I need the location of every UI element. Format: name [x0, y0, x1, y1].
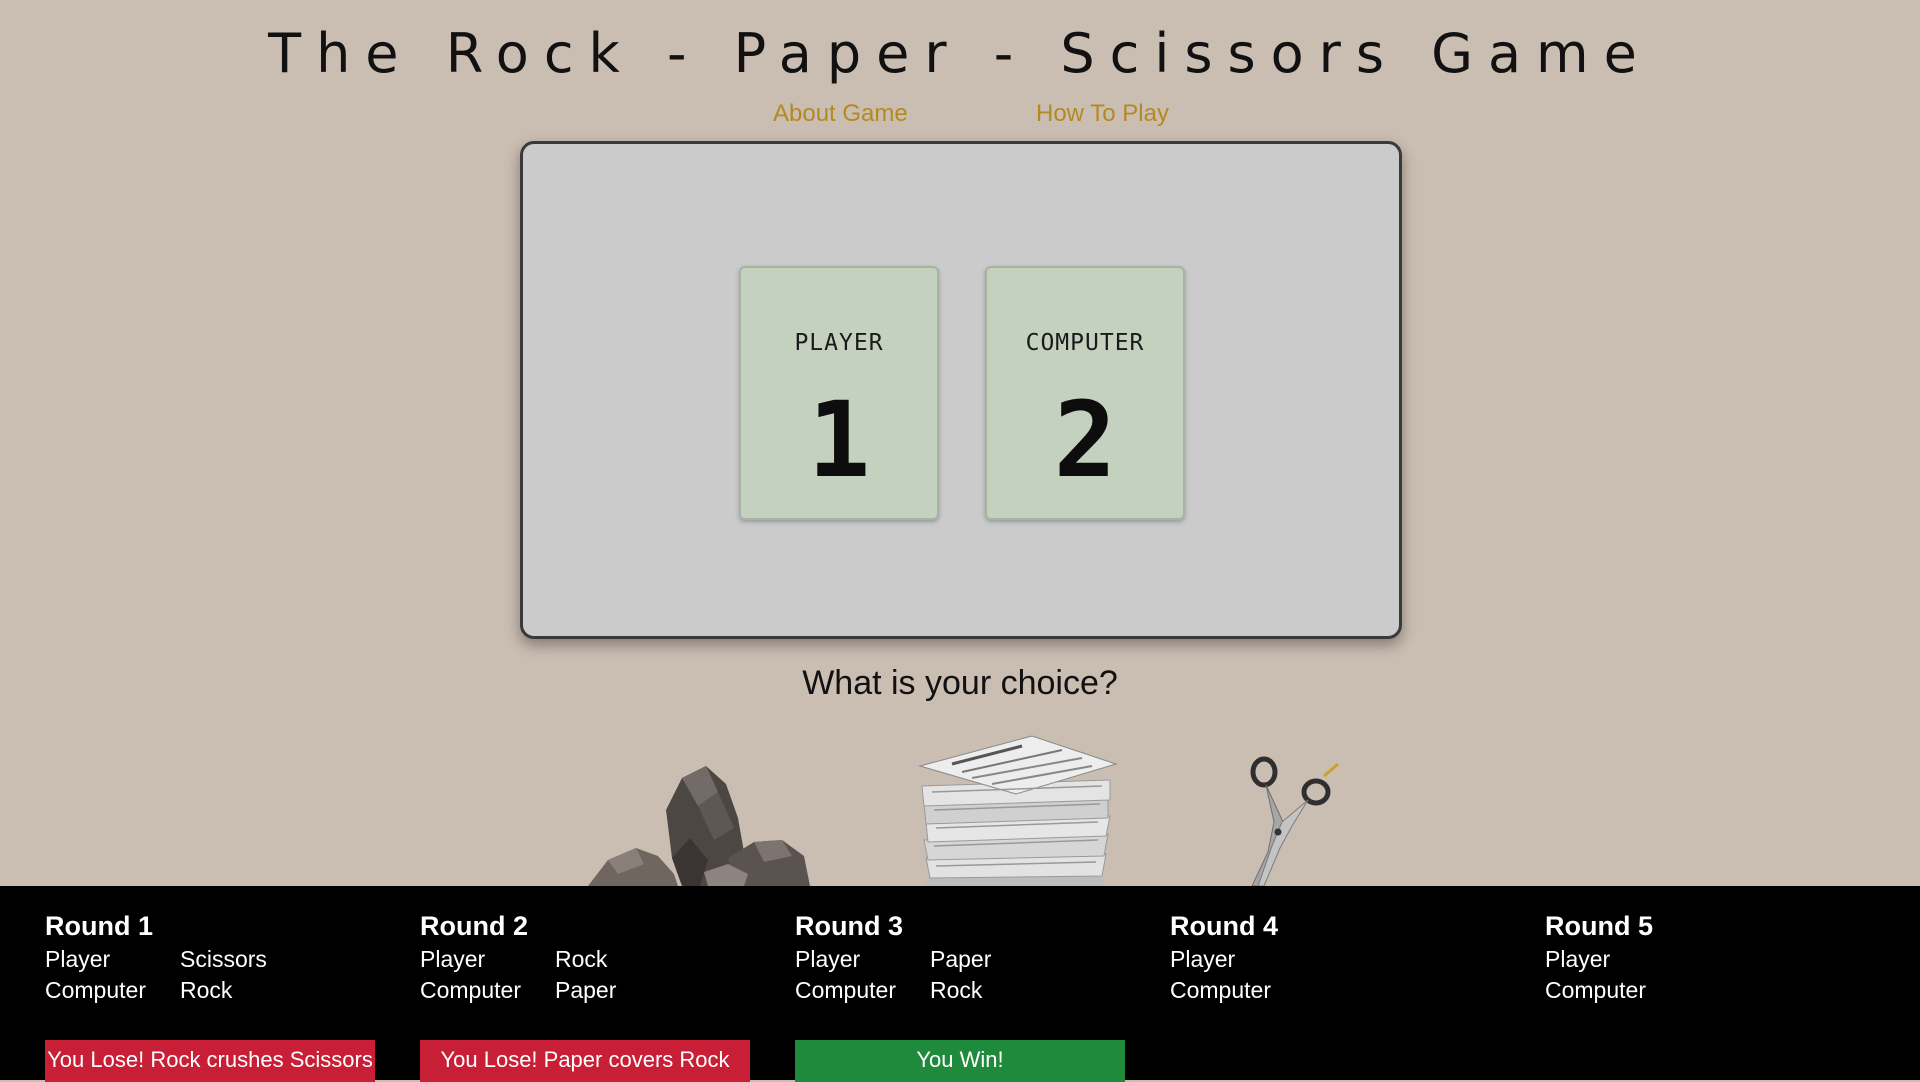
round-result-badge: You Lose! Paper covers Rock [420, 1040, 750, 1082]
player-label: Player [1170, 946, 1236, 972]
computer-pick: Rock [180, 977, 233, 1003]
round-5-card: Round 5 Player Computer [1545, 908, 1875, 1006]
round-title: Round 2 [420, 911, 528, 941]
rock-icon [588, 766, 810, 886]
computer-row: Computer [1170, 975, 1500, 1006]
player-label: Player [45, 946, 111, 972]
round-1-card: Round 1 Player Scissors Computer Rock Yo… [45, 908, 375, 1082]
newspaper-icon [918, 735, 1118, 886]
scissors-choice-button[interactable] [1228, 752, 1348, 887]
round-title: Round 3 [795, 911, 903, 941]
player-label: Player [1545, 946, 1611, 972]
player-pick: Paper [930, 946, 992, 972]
round-3-card: Round 3 Player Paper Computer Rock You W… [795, 908, 1125, 1082]
rock-choice-button[interactable] [578, 748, 810, 886]
computer-label: Computer [420, 977, 521, 1003]
how-to-play-link[interactable]: How To Play [1036, 100, 1169, 128]
player-row: Player Scissors [45, 944, 375, 975]
computer-pick: Rock [930, 977, 983, 1003]
round-2-card: Round 2 Player Rock Computer Paper You L… [420, 908, 750, 1082]
player-score: 1 [807, 379, 871, 501]
computer-label: Computer [45, 977, 146, 1003]
player-pick: Scissors [180, 946, 267, 972]
computer-row: Computer Paper [420, 975, 750, 1006]
computer-pick: Paper [555, 977, 617, 1003]
computer-row: Computer Rock [45, 975, 375, 1006]
computer-label: Computer [1545, 977, 1646, 1003]
round-title: Round 4 [1170, 911, 1278, 941]
player-row: Player Paper [795, 944, 1125, 975]
computer-score: 2 [1053, 379, 1117, 501]
computer-label: Computer [795, 977, 896, 1003]
player-row: Player [1170, 944, 1500, 975]
computer-scorecard: COMPUTER 2 [985, 266, 1185, 520]
paper-choice-button[interactable] [912, 730, 1122, 886]
scissors-icon [1250, 756, 1339, 887]
player-row: Player [1545, 944, 1875, 975]
round-history-bar: Round 1 Player Scissors Computer Rock Yo… [0, 886, 1920, 1082]
computer-score-label: COMPUTER [1025, 330, 1145, 356]
about-game-link[interactable]: About Game [773, 100, 908, 128]
page-title: The Rock - Paper - Scissors Game [268, 22, 1652, 85]
scoreboard-panel: PLAYER 1 COMPUTER 2 [520, 141, 1402, 639]
player-row: Player Rock [420, 944, 750, 975]
computer-label: Computer [1170, 977, 1271, 1003]
player-pick: Rock [555, 946, 608, 972]
player-scorecard: PLAYER 1 [739, 266, 939, 520]
round-title: Round 1 [45, 911, 153, 941]
computer-row: Computer Rock [795, 975, 1125, 1006]
round-result-badge: You Win! [795, 1040, 1125, 1082]
player-score-label: PLAYER [794, 330, 884, 356]
player-label: Player [420, 946, 486, 972]
computer-row: Computer [1545, 975, 1875, 1006]
player-label: Player [795, 946, 861, 972]
round-result-badge: You Lose! Rock crushes Scissors [45, 1040, 375, 1082]
round-title: Round 5 [1545, 911, 1653, 941]
choice-heading: What is your choice? [802, 664, 1118, 702]
round-4-card: Round 4 Player Computer [1170, 908, 1500, 1006]
